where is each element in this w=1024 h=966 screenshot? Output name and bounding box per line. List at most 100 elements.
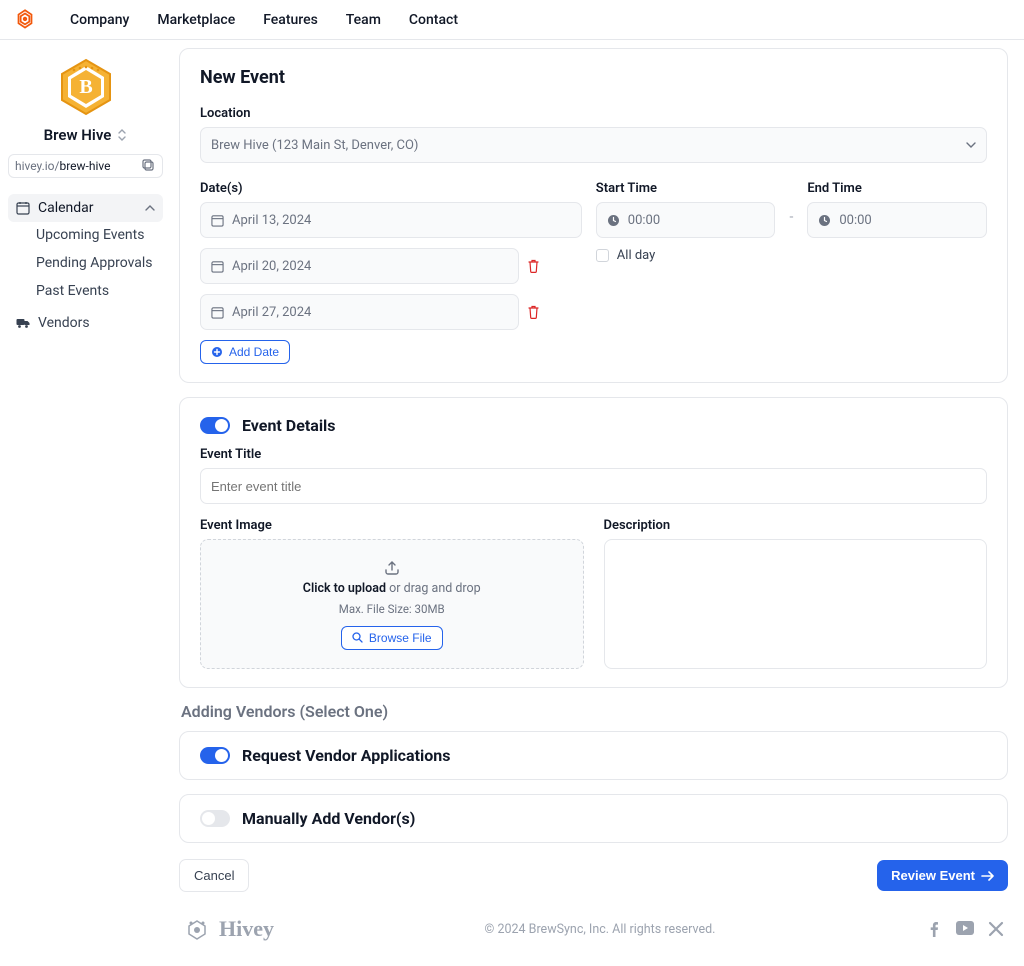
manual-vendor-label: Manually Add Vendor(s) [242, 809, 415, 828]
calendar-icon [211, 214, 224, 227]
review-event-button[interactable]: Review Event [877, 860, 1008, 891]
nav-team[interactable]: Team [346, 12, 381, 28]
copy-icon [142, 159, 156, 173]
sidebar-item-label: Calendar [38, 200, 94, 216]
nav-contact[interactable]: Contact [409, 12, 458, 28]
page-title: New Event [200, 67, 987, 88]
date-value: April 13, 2024 [232, 213, 311, 228]
date-input-0[interactable]: April 13, 2024 [200, 202, 582, 238]
image-dropzone[interactable]: Click to upload or drag and drop Max. Fi… [200, 539, 584, 669]
org-logo: B [8, 56, 163, 118]
x-icon [988, 921, 1004, 937]
dropzone-hint: Max. File Size: 30MB [339, 602, 445, 616]
time-range-separator: - [789, 181, 793, 364]
sidebar-item-upcoming[interactable]: Upcoming Events [8, 227, 163, 243]
all-day-label: All day [617, 248, 656, 263]
nav-features[interactable]: Features [263, 12, 318, 28]
hex-badge-icon: B [55, 56, 117, 118]
review-event-label: Review Event [891, 868, 975, 883]
request-vendor-card: Request Vendor Applications [179, 731, 1008, 780]
dropzone-text: Click to upload or drag and drop [303, 581, 481, 596]
arrow-right-icon [981, 871, 994, 881]
footer-copyright: © 2024 BrewSync, Inc. All rights reserve… [274, 922, 926, 937]
start-time-input[interactable]: 00:00 [596, 202, 776, 238]
plus-circle-icon [211, 346, 223, 358]
bee-icon [12, 7, 38, 33]
location-value: Brew Hive (123 Main St, Denver, CO) [211, 138, 418, 153]
event-details-title: Event Details [242, 416, 336, 435]
form-actions: Cancel Review Event [179, 857, 1008, 902]
org-switcher[interactable]: Brew Hive [8, 126, 163, 144]
copy-slug-button[interactable] [142, 159, 156, 173]
event-details-card: Event Details Event Title Event Image Cl… [179, 397, 1008, 688]
add-date-button[interactable]: Add Date [200, 340, 290, 364]
event-image-label: Event Image [200, 518, 584, 533]
trash-icon [527, 305, 540, 319]
location-label: Location [200, 106, 987, 121]
app-logo [12, 7, 38, 33]
sidebar-item-label: Vendors [38, 315, 90, 331]
calendar-icon [16, 201, 30, 215]
bee-icon [183, 917, 211, 941]
request-vendor-label: Request Vendor Applications [242, 746, 450, 765]
calendar-icon [211, 306, 224, 319]
date-value: April 20, 2024 [232, 259, 311, 274]
location-select[interactable]: Brew Hive (123 Main St, Denver, CO) [200, 127, 987, 163]
date-input-2[interactable]: April 27, 2024 [200, 294, 519, 330]
browse-file-button[interactable]: Browse File [341, 626, 443, 650]
all-day-checkbox[interactable]: All day [596, 248, 776, 263]
clock-icon [607, 214, 620, 227]
delete-date-button[interactable] [527, 259, 542, 273]
nav-company[interactable]: Company [70, 12, 129, 28]
facebook-link[interactable] [926, 921, 942, 937]
main-content: New Event Location Brew Hive (123 Main S… [179, 48, 1008, 966]
request-vendor-toggle[interactable] [200, 747, 230, 764]
footer-brand: Hivey [183, 916, 274, 942]
top-nav: Company Marketplace Features Team Contac… [0, 0, 1024, 40]
upload-icon [383, 559, 401, 575]
vendor-section-heading: Adding Vendors (Select One) [181, 702, 1008, 721]
calendar-icon [211, 260, 224, 273]
start-time-value: 00:00 [628, 213, 660, 228]
new-event-card: New Event Location Brew Hive (123 Main S… [179, 48, 1008, 383]
sidebar-item-past[interactable]: Past Events [8, 283, 163, 299]
date-value: April 27, 2024 [232, 305, 311, 320]
event-details-toggle[interactable] [200, 417, 230, 434]
search-icon [352, 632, 363, 643]
end-time-value: 00:00 [839, 213, 871, 228]
dates-label: Date(s) [200, 181, 582, 196]
chevron-updown-icon [117, 129, 127, 141]
footer-brand-name: Hivey [219, 916, 274, 942]
trash-icon [527, 259, 540, 273]
chevron-up-icon [145, 205, 155, 211]
truck-icon [16, 317, 30, 329]
event-title-label: Event Title [200, 447, 987, 462]
sidebar-item-vendors[interactable]: Vendors [8, 309, 163, 337]
manual-vendor-toggle[interactable] [200, 810, 230, 827]
end-time-input[interactable]: 00:00 [807, 202, 987, 238]
manual-vendor-card: Manually Add Vendor(s) [179, 794, 1008, 843]
description-label: Description [604, 518, 988, 533]
event-title-input[interactable] [200, 468, 987, 504]
footer-socials [926, 921, 1004, 937]
sidebar: B Brew Hive hivey.io/brew-hive Calendar [8, 48, 163, 337]
chevron-down-icon [966, 142, 976, 148]
youtube-icon [956, 921, 974, 935]
sidebar-item-calendar[interactable]: Calendar [8, 194, 163, 222]
nav-marketplace[interactable]: Marketplace [157, 12, 235, 28]
browse-file-label: Browse File [369, 631, 432, 645]
cancel-button[interactable]: Cancel [179, 859, 249, 892]
add-date-label: Add Date [229, 345, 279, 359]
svg-text:B: B [79, 76, 92, 98]
date-input-1[interactable]: April 20, 2024 [200, 248, 519, 284]
page-footer: Hivey © 2024 BrewSync, Inc. All rights r… [179, 902, 1008, 966]
facebook-icon [926, 921, 942, 937]
org-slug-display: hivey.io/brew-hive [8, 154, 163, 178]
x-link[interactable] [988, 921, 1004, 937]
description-textarea[interactable] [604, 539, 988, 669]
delete-date-button[interactable] [527, 305, 542, 319]
sidebar-item-pending[interactable]: Pending Approvals [8, 255, 163, 271]
slug-prefix: hivey.io/ [15, 159, 59, 173]
slug-value: brew-hive [59, 159, 110, 173]
youtube-link[interactable] [956, 921, 974, 937]
